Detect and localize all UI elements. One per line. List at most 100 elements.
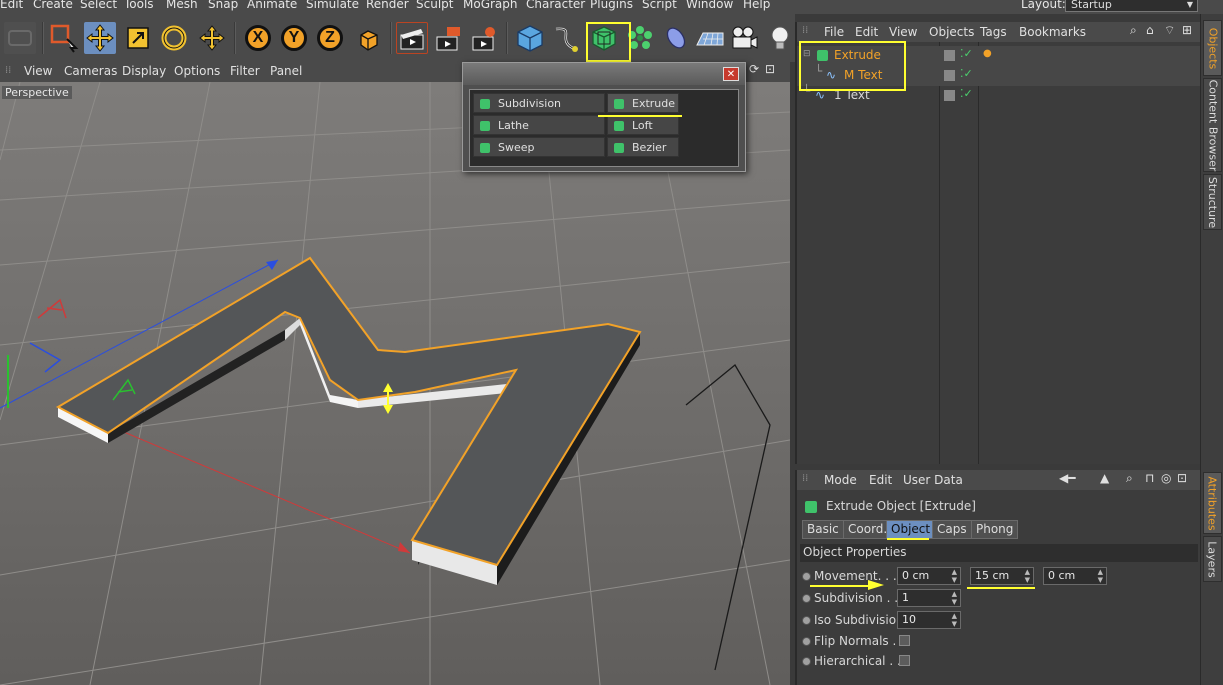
visibility-check-icon[interactable]: ⁚✓	[960, 47, 973, 60]
search-icon[interactable]: ⌕	[1130, 23, 1137, 38]
am-menu-mode[interactable]: Mode	[824, 473, 857, 487]
floor-object-button[interactable]	[694, 22, 726, 54]
menu-plugins[interactable]: Plugins	[590, 0, 633, 11]
lock-icon[interactable]: ⊓	[1145, 471, 1154, 485]
tab-structure[interactable]: Structure	[1203, 174, 1222, 230]
om-menu-objects[interactable]: Objects	[929, 25, 974, 39]
cube-object-button[interactable]	[514, 22, 546, 54]
spinner-icon[interactable]: ▲ ▼	[952, 568, 957, 584]
phong-tag-icon[interactable]: ●	[983, 48, 992, 59]
menu-sculpt[interactable]: Sculpt	[416, 0, 453, 11]
spinner-icon[interactable]: ▲ ▼	[952, 612, 957, 628]
x-axis-button[interactable]: X	[242, 22, 274, 54]
rotate-tool-button[interactable]	[158, 22, 190, 54]
layer-icon[interactable]	[944, 50, 955, 61]
hierarchical-checkbox[interactable]	[899, 655, 910, 666]
am-menu-user-data[interactable]: User Data	[903, 473, 963, 487]
menu-character[interactable]: Character	[526, 0, 585, 11]
tab-phong[interactable]: Phong	[971, 520, 1019, 539]
tab-basic[interactable]: Basic	[802, 520, 844, 539]
tab-coord[interactable]: Coord.	[843, 520, 893, 539]
move-tool-button[interactable]	[84, 22, 116, 54]
animate-dot-icon[interactable]	[802, 594, 811, 603]
spline-pen-button[interactable]	[550, 22, 582, 54]
flip-normals-checkbox[interactable]	[899, 635, 910, 646]
search-icon[interactable]: ⌕	[1126, 471, 1133, 486]
tab-content-browser[interactable]: Content Browser	[1203, 78, 1222, 172]
render-settings-button[interactable]	[468, 22, 500, 54]
viewport-rotate-icon[interactable]: ⟳	[749, 62, 759, 76]
menu-select[interactable]: Select	[80, 0, 117, 11]
expand-icon[interactable]: ⊞	[1182, 23, 1192, 37]
filter-icon[interactable]: ⌔	[1164, 23, 1175, 38]
viewport-menu-panel[interactable]: Panel	[270, 64, 302, 78]
scale-tool-button[interactable]	[122, 22, 154, 54]
iso-subdivision-field[interactable]: 10 ▲ ▼	[897, 611, 961, 629]
om-menu-file[interactable]: File	[824, 25, 844, 39]
home-icon[interactable]: ⌂	[1146, 23, 1154, 37]
back-arrow-icon[interactable]: ◀━	[1059, 471, 1075, 485]
render-to-picture-viewer-button[interactable]	[432, 22, 464, 54]
menu-simulate[interactable]: Simulate	[306, 0, 359, 11]
animate-dot-icon[interactable]	[802, 572, 811, 581]
menu-render[interactable]: Render	[366, 0, 409, 11]
movement-x-field[interactable]: 0 cm ▲ ▼	[897, 567, 961, 585]
palette-titlebar[interactable]	[463, 63, 745, 85]
menu-animate[interactable]: Animate	[247, 0, 297, 11]
undo-button[interactable]	[4, 22, 36, 54]
z-axis-button[interactable]: Z	[314, 22, 346, 54]
camera-object-button[interactable]	[728, 22, 760, 54]
live-selection-button[interactable]	[48, 22, 80, 54]
menu-snap[interactable]: Snap	[208, 0, 238, 11]
visibility-check-icon[interactable]: ⁚✓	[960, 67, 973, 80]
movement-y-field[interactable]: 15 cm ▲ ▼	[970, 567, 1034, 585]
palette-item-subdivision-surface[interactable]: Subdivision Surface	[473, 93, 605, 130]
om-menu-view[interactable]: View	[889, 25, 917, 39]
om-menu-bookmarks[interactable]: Bookmarks	[1019, 25, 1086, 39]
animate-dot-icon[interactable]	[802, 616, 811, 625]
viewport-menu-cameras[interactable]: Cameras	[64, 64, 117, 78]
tab-object[interactable]: Object	[886, 520, 936, 539]
viewport-menu-view[interactable]: View	[24, 64, 52, 78]
palette-item-loft[interactable]: Loft	[607, 115, 679, 135]
menu-mesh[interactable]: Mesh	[166, 0, 198, 11]
layer-icon[interactable]	[944, 90, 955, 101]
menu-edit[interactable]: Edit	[0, 0, 23, 11]
render-view-button[interactable]	[396, 22, 428, 54]
menu-tools[interactable]: Tools	[124, 0, 154, 11]
palette-item-bezier[interactable]: Bezier	[607, 137, 679, 157]
tab-attributes[interactable]: Attributes	[1203, 472, 1222, 534]
layout-select[interactable]: Startup ▼	[1065, 0, 1198, 12]
om-menu-edit[interactable]: Edit	[855, 25, 878, 39]
layer-icon[interactable]	[944, 70, 955, 81]
tab-caps[interactable]: Caps	[932, 520, 972, 539]
spinner-icon[interactable]: ▲ ▼	[1025, 568, 1030, 584]
viewport-menu-filter[interactable]: Filter	[230, 64, 260, 78]
tab-layers[interactable]: Layers	[1203, 536, 1222, 582]
palette-item-lathe[interactable]: Lathe	[473, 115, 605, 135]
animate-dot-icon[interactable]	[802, 637, 811, 646]
deformer-button[interactable]	[660, 22, 692, 54]
y-axis-button[interactable]: Y	[278, 22, 310, 54]
viewport-menu-options[interactable]: Options	[174, 64, 220, 78]
menu-script[interactable]: Script	[642, 0, 677, 11]
menu-help[interactable]: Help	[743, 0, 770, 11]
spinner-icon[interactable]: ▲ ▼	[1098, 568, 1103, 584]
subdivision-field[interactable]: 1 ▲ ▼	[897, 589, 961, 607]
tab-objects[interactable]: Objects	[1203, 20, 1222, 76]
light-object-button[interactable]	[764, 22, 796, 54]
palette-item-extrude[interactable]: Extrude	[607, 93, 679, 113]
up-arrow-icon[interactable]: ▲	[1100, 471, 1109, 485]
viewport-zoom-icon[interactable]: ⊡	[765, 62, 775, 76]
new-panel-icon[interactable]: ⊡	[1177, 471, 1187, 485]
recent-tools-button[interactable]	[196, 22, 228, 54]
animate-dot-icon[interactable]	[802, 657, 811, 666]
am-menu-edit[interactable]: Edit	[869, 473, 892, 487]
close-icon[interactable]: ✕	[723, 67, 739, 81]
target-icon[interactable]: ◎	[1161, 471, 1171, 485]
movement-z-field[interactable]: 0 cm ▲ ▼	[1043, 567, 1107, 585]
spinner-icon[interactable]: ▲ ▼	[952, 590, 957, 606]
om-menu-tags[interactable]: Tags	[980, 25, 1007, 39]
viewport-menu-display[interactable]: Display	[122, 64, 166, 78]
menu-window[interactable]: Window	[686, 0, 733, 11]
